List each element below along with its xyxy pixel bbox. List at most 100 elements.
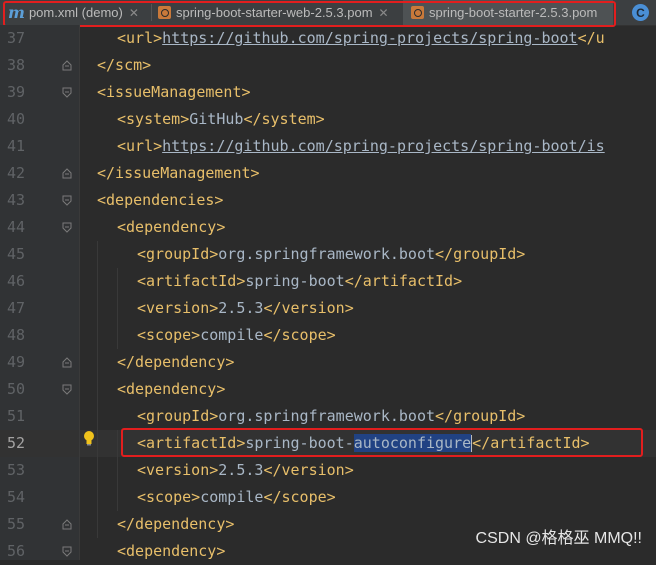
xml-tag: <url> (117, 29, 163, 47)
code-line[interactable]: 46 <artifactId>spring-boot</artifactId> (0, 268, 656, 295)
code-text: <system>GitHub</system> (117, 106, 325, 133)
xml-text: spring-boot (245, 272, 345, 290)
xml-text: 2.5.3 (218, 461, 264, 479)
code-text: <artifactId>spring-boot</artifactId> (137, 268, 462, 295)
xml-text: org.springframework.boot (218, 245, 436, 263)
xml-tag: <dependencies> (97, 191, 224, 209)
xml-tag: </system> (243, 110, 325, 128)
fold-collapse-icon[interactable] (62, 195, 72, 206)
xml-tag: <dependency> (117, 542, 226, 560)
xml-text: org.springframework.boot (218, 407, 436, 425)
xml-tag: <groupId> (137, 407, 219, 425)
indent-guide (117, 268, 118, 349)
code-line[interactable]: 48 <scope>compile</scope> (0, 322, 656, 349)
xml-tag: <scope> (137, 326, 201, 344)
fold-collapse-icon[interactable] (62, 87, 72, 98)
code-line[interactable]: 50 <dependency> (0, 376, 656, 403)
code-text: <url>https://github.com/spring-projects/… (117, 25, 605, 52)
code-text: </dependency> (117, 349, 234, 376)
indent-guide (97, 241, 98, 538)
code-text: <version>2.5.3</version> (137, 295, 354, 322)
xml-tag: <version> (137, 461, 219, 479)
code-text: <groupId>org.springframework.boot</group… (137, 241, 525, 268)
xml-tag: <groupId> (137, 245, 219, 263)
code-text: <dependency> (117, 214, 225, 241)
line-number: 50 (6, 380, 25, 398)
xml-text: compile (200, 326, 264, 344)
code-line[interactable]: 53 <version>2.5.3</version> (0, 457, 656, 484)
indent-guide (117, 430, 118, 511)
xml-tag: </dependency> (117, 515, 235, 533)
code-text: <dependency> (117, 538, 225, 565)
code-text: <url>https://github.com/spring-projects/… (117, 133, 605, 160)
xml-tag: </artifactId> (344, 272, 463, 290)
code-line[interactable]: 42 </issueManagement> (0, 160, 656, 187)
fold-end-icon[interactable] (62, 519, 72, 530)
xml-tag: <artifactId> (137, 272, 246, 290)
xml-tag: <url> (117, 137, 163, 155)
code-text: <issueManagement> (97, 79, 251, 106)
watermark: CSDN @格格巫 MMQ!! (475, 530, 642, 547)
lightbulb-icon[interactable] (83, 430, 95, 446)
code-line[interactable]: 47 <version>2.5.3</version> (0, 295, 656, 322)
code-text: <dependencies> (97, 187, 223, 214)
xml-text: 2.5.3 (218, 299, 264, 317)
line-number: 55 (6, 515, 25, 533)
fold-end-icon[interactable] (62, 60, 72, 71)
code-line[interactable]: 49 </dependency> (0, 349, 656, 376)
line-number: 49 (6, 353, 25, 371)
line-number: 38 (6, 56, 25, 74)
xml-tag: <scope> (137, 488, 201, 506)
xml-tag: </groupId> (435, 245, 526, 263)
code-text: <scope>compile</scope> (137, 322, 336, 349)
code-line[interactable]: 44 <dependency> (0, 214, 656, 241)
xml-tag: </version> (263, 299, 354, 317)
line-number: 37 (6, 29, 25, 47)
line-number: 43 (6, 191, 25, 209)
class-file-icon[interactable]: C (632, 4, 649, 21)
code-line[interactable]: 54 <scope>compile</scope> (0, 484, 656, 511)
code-text: <version>2.5.3</version> (137, 457, 354, 484)
class-file-icon-letter: C (636, 5, 645, 20)
xml-text: compile (200, 488, 264, 506)
xml-tag: </dependency> (117, 353, 235, 371)
code-line[interactable]: 41 <url>https://github.com/spring-project… (0, 133, 656, 160)
line-number: 46 (6, 272, 25, 290)
code-text: <dependency> (117, 376, 225, 403)
code-line[interactable]: 39 <issueManagement> (0, 79, 656, 106)
code-text: </scm> (97, 52, 151, 79)
line-number: 44 (6, 218, 25, 236)
code-line[interactable]: 51 <groupId>org.springframework.boot</gro… (0, 403, 656, 430)
fold-collapse-icon[interactable] (62, 384, 72, 395)
fold-end-icon[interactable] (62, 168, 72, 179)
code-text: <groupId>org.springframework.boot</group… (137, 403, 525, 430)
code-line[interactable]: 45 <groupId>org.springframework.boot</gro… (0, 241, 656, 268)
url-link[interactable]: https://github.com/spring-projects/sprin… (162, 29, 577, 47)
xml-tag: <system> (117, 110, 190, 128)
xml-tag: <dependency> (117, 380, 226, 398)
fold-end-icon[interactable] (62, 357, 72, 368)
line-number: 40 (6, 110, 25, 128)
line-number: 56 (6, 542, 25, 560)
code-text: <scope>compile</scope> (137, 484, 336, 511)
url-link[interactable]: https://github.com/spring-projects/sprin… (162, 137, 605, 155)
code-line[interactable]: 43 <dependencies> (0, 187, 656, 214)
xml-tag: </scope> (263, 326, 336, 344)
line-number: 52 (6, 434, 25, 452)
xml-tag: <dependency> (117, 218, 226, 236)
fold-collapse-icon[interactable] (62, 546, 72, 557)
code-line[interactable]: 40 <system>GitHub</system> (0, 106, 656, 133)
xml-tag: </version> (263, 461, 354, 479)
artifact-highlight-box (121, 428, 643, 457)
line-number: 47 (6, 299, 25, 317)
xml-tag: </scope> (263, 488, 336, 506)
xml-tag: <issueManagement> (97, 83, 251, 101)
code-text: </dependency> (117, 511, 234, 538)
code-line[interactable]: 37 <url>https://github.com/spring-project… (0, 25, 656, 52)
xml-tag: <version> (137, 299, 219, 317)
line-number: 53 (6, 461, 25, 479)
code-line[interactable]: 38 </scm> (0, 52, 656, 79)
line-number: 51 (6, 407, 25, 425)
fold-collapse-icon[interactable] (62, 222, 72, 233)
line-number: 45 (6, 245, 25, 263)
